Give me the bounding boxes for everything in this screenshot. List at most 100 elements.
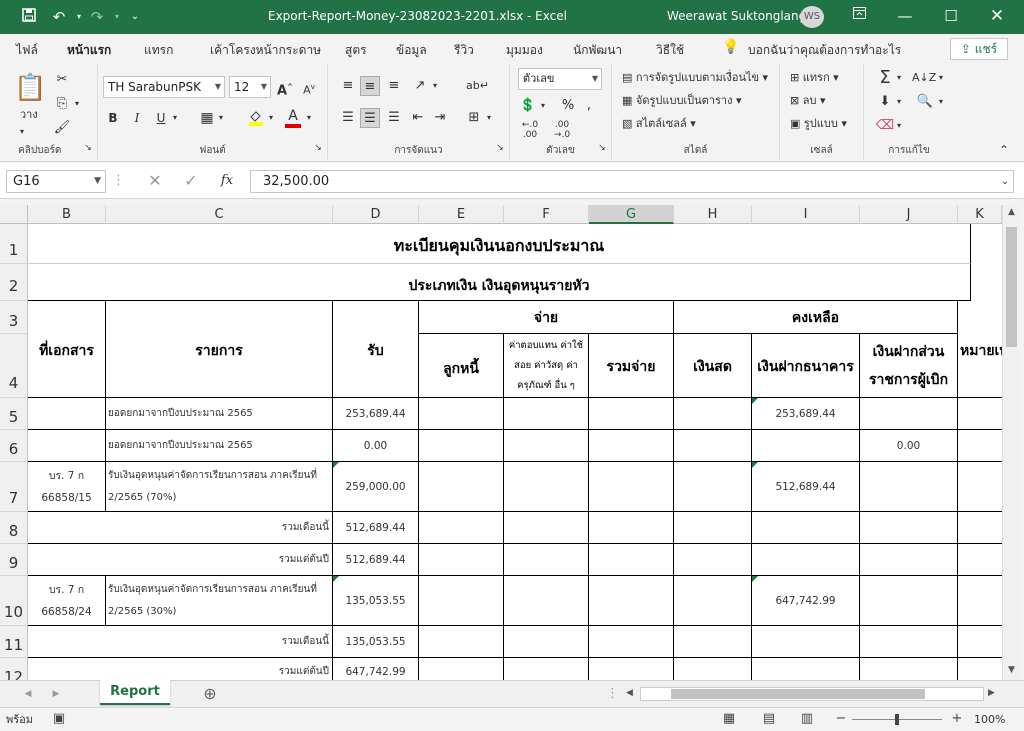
font-launcher-icon[interactable]: ↘: [312, 142, 324, 154]
cell-f10[interactable]: [504, 576, 589, 626]
user-name[interactable]: Weerawat Suktonglang: [667, 9, 806, 23]
maximize-icon[interactable]: ☐: [928, 0, 974, 32]
tab-review[interactable]: รีวิว: [454, 41, 474, 60]
cell-k10[interactable]: [958, 576, 1002, 626]
row-header-9[interactable]: 9: [0, 544, 28, 576]
header-note[interactable]: หมายเหตุ: [958, 301, 1002, 398]
cell-k11[interactable]: [958, 626, 1002, 658]
percent-icon[interactable]: %: [558, 96, 578, 116]
orientation-icon[interactable]: ↗: [410, 76, 430, 96]
row-header-11[interactable]: 11: [0, 626, 28, 658]
bold-button[interactable]: B: [104, 108, 122, 128]
col-header-f[interactable]: F: [504, 205, 589, 224]
header-doc[interactable]: ที่เอกสาร: [28, 301, 106, 398]
insert-cells-button[interactable]: ⊞ แทรก ▾: [790, 69, 839, 87]
col-header-j[interactable]: J: [860, 205, 958, 224]
save-icon[interactable]: [18, 7, 40, 27]
header-agency-deposit[interactable]: เงินฝากส่วน ราชการผู้เบิก: [860, 334, 958, 398]
cell-h10[interactable]: [674, 576, 752, 626]
cell-b9-ytd-total[interactable]: รวมแต่ต้นปี: [28, 544, 333, 576]
cell-k8[interactable]: [958, 512, 1002, 544]
font-size-select[interactable]: 12 ▼: [229, 76, 271, 98]
cell-g7[interactable]: [589, 462, 674, 512]
cell-d6[interactable]: 0.00: [333, 430, 419, 462]
col-header-h[interactable]: H: [674, 205, 752, 224]
horizontal-scrollbar[interactable]: [640, 687, 984, 701]
decrease-decimal-icon[interactable]: .00 →.0: [550, 120, 574, 140]
undo-icon[interactable]: ↶: [48, 7, 70, 27]
avatar[interactable]: WS: [800, 6, 824, 28]
align-middle-icon[interactable]: ≡: [360, 76, 380, 96]
macro-record-icon[interactable]: ▣: [50, 711, 68, 727]
lightbulb-icon[interactable]: 💡: [722, 39, 739, 55]
clear-icon[interactable]: ⌫: [874, 116, 896, 136]
fill-color-icon[interactable]: [246, 108, 266, 128]
name-box[interactable]: G16 ▼: [6, 170, 106, 193]
next-sheet-icon[interactable]: ▶: [50, 684, 62, 704]
cell-h8[interactable]: [674, 512, 752, 544]
conditional-formatting-button[interactable]: ▤ การจัดรูปแบบตามเงื่อนไข ▾: [622, 69, 768, 87]
find-icon[interactable]: 🔍: [914, 92, 936, 112]
ribbon-display-icon[interactable]: [836, 0, 882, 32]
cell-c6[interactable]: ยอดยกมาจากปีงบประมาณ 2565: [106, 430, 333, 462]
cell-b6[interactable]: [28, 430, 106, 462]
zoom-level[interactable]: 100%: [974, 711, 1005, 729]
cell-k9[interactable]: [958, 544, 1002, 576]
cell-d10[interactable]: 135,053.55: [333, 576, 419, 626]
cell-styles-button[interactable]: ▧ สไตล์เซลล์ ▾: [622, 115, 696, 133]
increase-indent-icon[interactable]: ⇥: [430, 108, 450, 128]
align-bottom-icon[interactable]: ≡: [384, 76, 404, 96]
increase-decimal-icon[interactable]: ←.0.00: [518, 120, 542, 140]
close-icon[interactable]: ✕: [974, 0, 1020, 32]
share-button[interactable]: ⇪ แชร์: [950, 38, 1008, 60]
cell-i8[interactable]: [752, 512, 860, 544]
cell-h9[interactable]: [674, 544, 752, 576]
cell-g9[interactable]: [589, 544, 674, 576]
horizontal-scroll-thumb[interactable]: [671, 689, 925, 699]
cell-d7[interactable]: 259,000.00: [333, 462, 419, 512]
row-header-1[interactable]: 1: [0, 224, 28, 264]
merge-dropdown-icon[interactable]: ▾: [484, 108, 494, 128]
row-header-5[interactable]: 5: [0, 398, 28, 430]
cell-h7[interactable]: [674, 462, 752, 512]
row-header-2[interactable]: 2: [0, 264, 28, 301]
cell-b5[interactable]: [28, 398, 106, 430]
font-color-dropdown-icon[interactable]: ▾: [304, 108, 314, 128]
cell-h6[interactable]: [674, 430, 752, 462]
tab-developer[interactable]: นักพัฒนา: [573, 41, 622, 60]
cell-g6[interactable]: [589, 430, 674, 462]
cell-g11[interactable]: [589, 626, 674, 658]
cell-g8[interactable]: [589, 512, 674, 544]
col-header-d[interactable]: D: [333, 205, 419, 224]
borders-dropdown-icon[interactable]: ▾: [216, 108, 226, 128]
cell-f6[interactable]: [504, 430, 589, 462]
cancel-icon[interactable]: ✕: [144, 171, 166, 191]
font-color-icon[interactable]: A: [284, 108, 302, 128]
page-break-view-icon[interactable]: ▥: [798, 711, 816, 727]
align-center-icon[interactable]: ☰: [360, 108, 380, 128]
tab-view[interactable]: มุมมอง: [506, 41, 543, 60]
cell-g5[interactable]: [589, 398, 674, 430]
tab-split-handle[interactable]: ⋮: [606, 684, 619, 704]
header-compensation[interactable]: ค่าตอบแทน ค่าใช้ สอย ค่าวัสดุ ค่า ครุภัณ…: [504, 334, 589, 398]
cell-b10[interactable]: บร. 7 ก 66858/24: [28, 576, 106, 626]
cell-f11[interactable]: [504, 626, 589, 658]
zoom-out-icon[interactable]: −: [832, 711, 850, 727]
cell-f5[interactable]: [504, 398, 589, 430]
collapse-ribbon-icon[interactable]: ⌃: [996, 142, 1012, 158]
row-header-7[interactable]: 7: [0, 462, 28, 512]
format-painter-icon[interactable]: 🖌: [52, 118, 72, 138]
cell-b7[interactable]: บร. 7 ก 66858/15: [28, 462, 106, 512]
copy-dropdown-icon[interactable]: ▾: [72, 94, 82, 114]
cell-c5[interactable]: ยอดยกมาจากปีงบประมาณ 2565: [106, 398, 333, 430]
cut-icon[interactable]: ✂: [52, 70, 72, 90]
page-layout-view-icon[interactable]: ▤: [760, 711, 778, 727]
row-header-10[interactable]: 10: [0, 576, 28, 626]
cell-j7[interactable]: [860, 462, 958, 512]
cell-i12[interactable]: [752, 658, 860, 680]
cell-j8[interactable]: [860, 512, 958, 544]
delete-cells-button[interactable]: ⊠ ลบ ▾: [790, 92, 825, 110]
header-debtor[interactable]: ลูกหนี้: [419, 334, 504, 398]
cell-e7[interactable]: [419, 462, 504, 512]
underline-dropdown-icon[interactable]: ▾: [170, 108, 180, 128]
